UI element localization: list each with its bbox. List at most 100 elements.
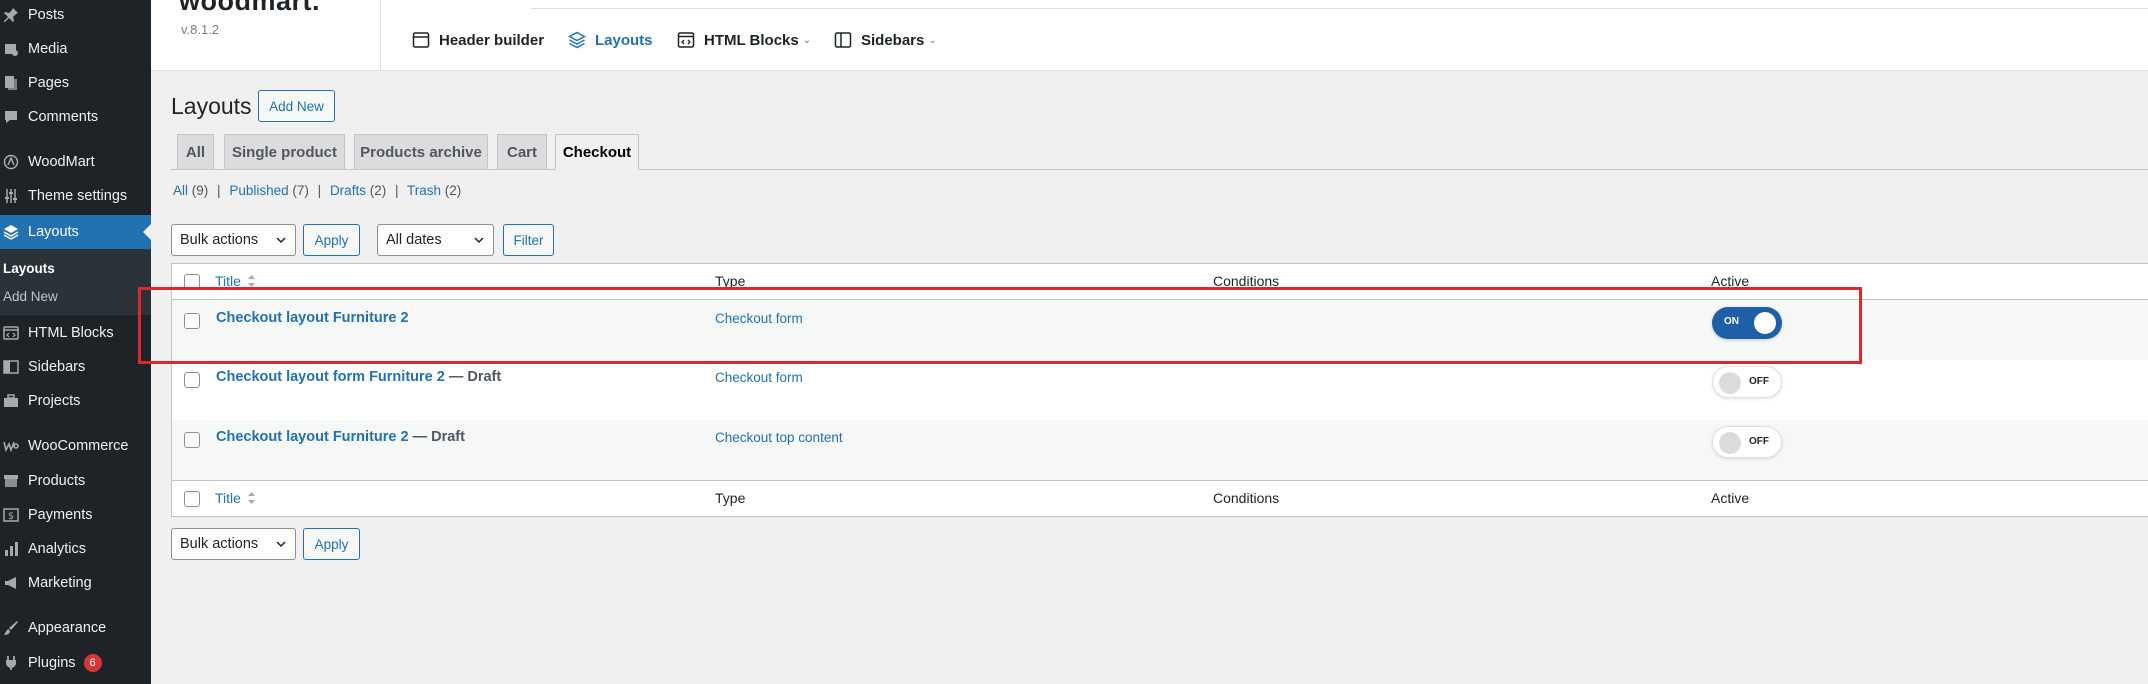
active-toggle[interactable]: OFF — [1712, 426, 1782, 458]
sidebar-item-label: HTML Blocks — [28, 325, 114, 341]
nav-label: Sidebars — [861, 31, 925, 49]
active-toggle[interactable]: OFF — [1712, 366, 1782, 398]
sidebar-item-posts[interactable]: Posts — [0, 0, 151, 30]
sidebar-item-layouts[interactable]: Layouts — [0, 215, 151, 249]
sidebar-item-payments[interactable]: $ Payments — [0, 500, 151, 530]
layout-type-link[interactable]: Checkout form — [715, 311, 803, 326]
sidebar-item-pages[interactable]: Pages — [0, 68, 151, 98]
tab-single-product[interactable]: Single product — [224, 134, 345, 170]
sidebar-item-label: Payments — [28, 507, 93, 523]
nav-header-builder[interactable]: Header builder — [411, 30, 544, 50]
toggle-knob — [1719, 372, 1741, 394]
table-footer-row: Title Type Conditions Active — [172, 480, 2148, 517]
view-trash-link[interactable]: Trash — [407, 183, 441, 198]
nav-layouts[interactable]: Layouts — [567, 30, 653, 50]
nav-label: Layouts — [595, 31, 653, 49]
title-column-sort[interactable]: Title — [215, 273, 256, 289]
row-checkbox[interactable] — [184, 372, 200, 388]
layout-title-link[interactable]: Checkout layout form Furniture 2 — Draft — [216, 369, 501, 385]
date-filter-select[interactable]: All dates — [377, 224, 494, 256]
bulk-actions-select-bottom[interactable]: Bulk actions — [171, 528, 296, 560]
sidebar-icon — [2, 358, 20, 376]
layout-type-link[interactable]: Checkout top content — [715, 430, 843, 445]
tab-checkout[interactable]: Checkout — [555, 134, 639, 170]
chevron-down-icon — [474, 237, 484, 244]
view-published-link[interactable]: Published — [229, 183, 288, 198]
sidebar-item-theme-settings[interactable]: Theme settings — [0, 181, 151, 211]
toggle-knob — [1754, 312, 1776, 334]
sidebar-item-projects[interactable]: Projects — [0, 386, 151, 416]
nav-sidebars[interactable]: Sidebars ⌄ — [833, 30, 937, 50]
separator: | — [394, 183, 399, 198]
sidebar-item-label: Layouts — [28, 224, 79, 240]
select-value: Bulk actions — [180, 232, 259, 248]
layouts-table: Title Type Conditions Active Checkout la… — [171, 263, 2148, 517]
sidebar-item-appearance[interactable]: Appearance — [0, 613, 151, 643]
page-title: Layouts — [171, 93, 252, 119]
nav-html-blocks[interactable]: HTML Blocks ⌄ — [676, 30, 811, 50]
sidebar-item-plugins[interactable]: Plugins 6 — [0, 648, 151, 678]
sidebar-item-label: Analytics — [28, 541, 87, 557]
table-row: Checkout layout Furniture 2 — Draft Chec… — [172, 420, 2148, 480]
nav-label: HTML Blocks — [704, 31, 799, 49]
row-checkbox[interactable] — [184, 313, 200, 329]
submenu-item-layouts[interactable]: Layouts — [3, 261, 55, 276]
sidebar-item-label: Plugins — [28, 655, 76, 671]
select-all-checkbox-bottom[interactable] — [184, 491, 200, 507]
chevron-down-icon — [276, 237, 286, 244]
woocommerce-icon — [2, 437, 20, 455]
sidebar-item-label: Products — [28, 473, 86, 489]
sidebar-item-label: Appearance — [28, 620, 107, 636]
submenu-item-add-new[interactable]: Add New — [3, 289, 58, 304]
sidebar-item-products[interactable]: Products — [0, 466, 151, 496]
table-header-row: Title Type Conditions Active — [172, 264, 2148, 300]
filter-button[interactable]: Filter — [503, 224, 554, 256]
column-label: Title — [215, 273, 241, 289]
tab-all[interactable]: All — [177, 134, 214, 170]
layout-type-link[interactable]: Checkout form — [715, 370, 803, 385]
title-column-sort-bottom[interactable]: Title — [215, 490, 256, 506]
sidebar-item-marketing[interactable]: Marketing — [0, 568, 151, 598]
version-label: v.8.1.2 — [181, 22, 220, 37]
chevron-down-icon — [276, 541, 286, 548]
apply-button-top[interactable]: Apply — [303, 224, 360, 256]
tab-products-archive[interactable]: Products archive — [354, 134, 488, 170]
sidebar-submenu — [0, 249, 151, 315]
brand-area: woodmart. v.8.1.2 — [151, 0, 381, 71]
comment-icon — [2, 108, 20, 126]
select-all-checkbox[interactable] — [184, 274, 200, 290]
select-value: All dates — [386, 232, 442, 248]
woodmart-logo: woodmart. — [179, 0, 321, 16]
update-count-badge: 6 — [83, 654, 102, 672]
sidebar-item-comments[interactable]: Comments — [0, 102, 151, 132]
add-new-button[interactable]: Add New — [258, 90, 335, 122]
sidebar-item-media[interactable]: Media — [0, 34, 151, 64]
sidebar-item-woocommerce[interactable]: WooCommerce — [0, 431, 151, 461]
sidebar-item-woodmart[interactable]: WoodMart — [0, 147, 151, 177]
sidebar-item-label: Marketing — [28, 575, 92, 591]
view-drafts-link[interactable]: Drafts — [330, 183, 366, 198]
row-checkbox[interactable] — [184, 432, 200, 448]
plug-icon — [2, 654, 20, 672]
active-toggle[interactable]: ON — [1712, 307, 1782, 339]
layout-title-link[interactable]: Checkout layout Furniture 2 — [216, 310, 409, 326]
view-all-link[interactable]: All — [173, 183, 188, 198]
chevron-down-icon: ⌄ — [928, 34, 937, 46]
payments-icon: $ — [2, 506, 20, 524]
layout-title-link[interactable]: Checkout layout Furniture 2 — Draft — [216, 429, 465, 445]
sidebar-item-sidebars[interactable]: Sidebars — [0, 352, 151, 382]
apply-button-bottom[interactable]: Apply — [303, 528, 360, 560]
view-count: (2) — [444, 183, 462, 198]
layout-title: Checkout layout form Furniture 2 — [216, 369, 445, 385]
layers-icon — [2, 223, 20, 241]
media-icon — [2, 40, 20, 58]
header-strip — [531, 0, 2148, 9]
status-filter-links: All (9) | Published (7) | Drafts (2) | T… — [173, 183, 461, 198]
table-row: Checkout layout Furniture 2 Checkout for… — [172, 300, 2148, 360]
html-block-icon — [2, 324, 20, 342]
sidebar-item-analytics[interactable]: Analytics — [0, 534, 151, 564]
bulk-actions-select-top[interactable]: Bulk actions — [171, 224, 296, 256]
sidebar-item-html-blocks[interactable]: HTML Blocks — [0, 318, 151, 348]
view-count: (7) — [292, 183, 309, 198]
tab-cart[interactable]: Cart — [497, 134, 547, 170]
